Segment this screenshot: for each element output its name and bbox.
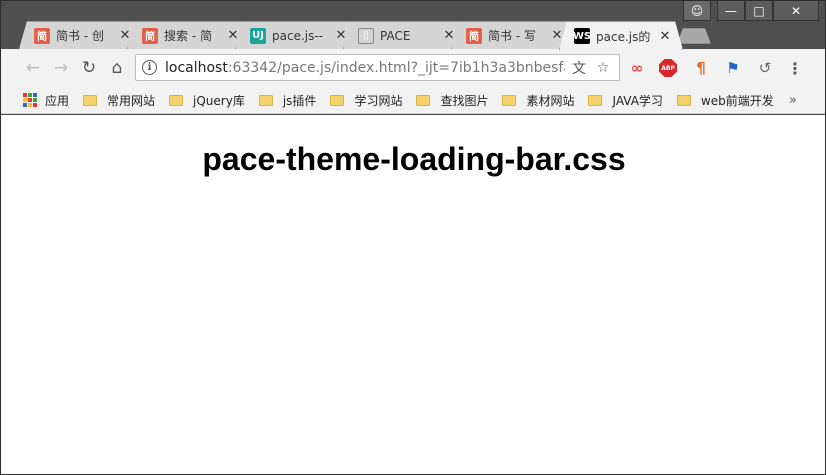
folder-icon [502,94,517,106]
bookmark-label: 常用网站 [107,93,156,108]
forward-arrow-icon[interactable]: → [47,54,75,82]
browser-window: 简 简书 - 创 ✕ 简 搜索 - 简 ✕ UJ pace.js-- ✕ ▯ P… [0,0,826,475]
tab-pace-js-active[interactable]: WS pace.js的 ✕ [559,21,683,50]
translate-icon[interactable]: 文 [569,58,589,78]
bookmark-label: web前端开发 [700,93,774,108]
tab-label: 搜索 - 简 [164,29,212,43]
bookmark-folder[interactable]: 查找图片 [416,92,488,109]
document-favicon-icon: ▯ [358,28,374,44]
bookmark-star-icon[interactable]: ☆ [593,60,613,76]
title-bar: 简 简书 - 创 ✕ 简 搜索 - 简 ✕ UJ pace.js-- ✕ ▯ P… [1,1,825,49]
folder-icon [676,94,691,106]
bookmark-folder[interactable]: js插件 [258,92,317,109]
site-info-icon[interactable]: i [142,60,157,75]
bookmark-label: 应用 [45,93,70,108]
folder-icon [258,94,273,106]
maximize-button[interactable]: □ [745,1,773,21]
folder-icon [588,94,603,106]
folder-icon [169,94,184,106]
home-icon[interactable]: ⌂ [103,54,131,82]
infinity-extension-icon[interactable]: ∞ [627,58,647,78]
bookmark-folder[interactable]: jQuery库 [169,92,245,109]
tab-close-icon[interactable]: ✕ [658,29,672,44]
webstorm-favicon-icon: WS [574,28,590,44]
bookmark-apps[interactable]: 应用 [23,92,69,109]
user-profile-icon[interactable]: ☺ [683,1,711,21]
minimize-button[interactable]: — [717,1,745,21]
tab-jianshu-create[interactable]: 简 简书 - 创 ✕ [19,21,143,49]
browser-toolbar: ← → ↻ ⌂ i localhost:63342/pace.js/index.… [1,49,825,87]
tab-label: pace.js-- [272,28,324,43]
window-controls: ☺ — □ ✕ [683,1,819,21]
tab-pace[interactable]: ▯ PACE ✕ [343,21,467,49]
back-arrow-icon[interactable]: ← [19,54,47,82]
bookmark-label: 学习网站 [354,93,403,108]
url-host: localhost [165,59,228,76]
bookmark-label: JAVA学习 [612,93,663,108]
jianshu-favicon-icon: 简 [34,28,50,44]
tab-label: PACE [380,28,411,43]
tab-label: 简书 - 写 [488,29,536,43]
chrome-menu-icon[interactable]: ⋮ [785,58,805,78]
close-window-button[interactable]: ✕ [773,1,819,21]
bookmark-folder[interactable]: 素材网站 [502,92,574,109]
bookmark-folder[interactable]: JAVA学习 [588,92,663,109]
adblock-plus-icon[interactable]: ABP [659,59,677,77]
tab-search-jianshu[interactable]: 简 搜索 - 简 ✕ [127,21,251,49]
bookmark-folder[interactable]: 学习网站 [330,92,402,109]
folder-icon [330,94,345,106]
apps-grid-icon [23,93,37,107]
tab-jianshu-write[interactable]: 简 简书 - 写 ✕ [451,21,575,49]
bookmark-label: jQuery库 [193,93,245,108]
jianshu-favicon-icon: 简 [466,28,482,44]
page-heading: pace-theme-loading-bar.css [202,141,626,177]
sync-extension-icon[interactable]: ↺ [755,58,775,78]
more-bookmarks-chevron-icon[interactable]: » [789,93,797,108]
address-bar[interactable]: i localhost:63342/pace.js/index.html?_ij… [135,54,620,81]
reload-icon[interactable]: ↻ [75,54,103,82]
folder-icon [83,94,98,106]
uu-favicon-icon: UJ [250,28,266,44]
image-extension-icon[interactable]: ⚑ [723,58,743,78]
bookmark-folder[interactable]: 常用网站 [83,92,155,109]
bookmark-label: 查找图片 [440,93,489,108]
tab-strip: 简 简书 - 创 ✕ 简 搜索 - 简 ✕ UJ pace.js-- ✕ ▯ P… [19,21,719,49]
tab-label: 简书 - 创 [56,29,104,43]
bookmark-label: js插件 [282,93,317,108]
tab-label: pace.js的 [596,29,651,44]
folder-icon [416,94,431,106]
bookmark-folder[interactable]: web前端开发 [676,92,774,109]
url-path: :63342/pace.js/index.html?_ijt=7ib1h3a3b… [227,59,565,76]
bookmarks-bar: 应用 常用网站 jQuery库 js插件 学习网站 查找图片 素材网站 JAVA… [1,87,825,114]
jianshu-favicon-icon: 简 [142,28,158,44]
paragraph-extension-icon[interactable]: ¶ [691,58,711,78]
url-text[interactable]: localhost:63342/pace.js/index.html?_ijt=… [165,60,565,76]
tab-pace-js[interactable]: UJ pace.js-- ✕ [235,21,359,49]
page-content: pace-theme-loading-bar.css [1,115,825,474]
bookmark-label: 素材网站 [526,93,575,108]
